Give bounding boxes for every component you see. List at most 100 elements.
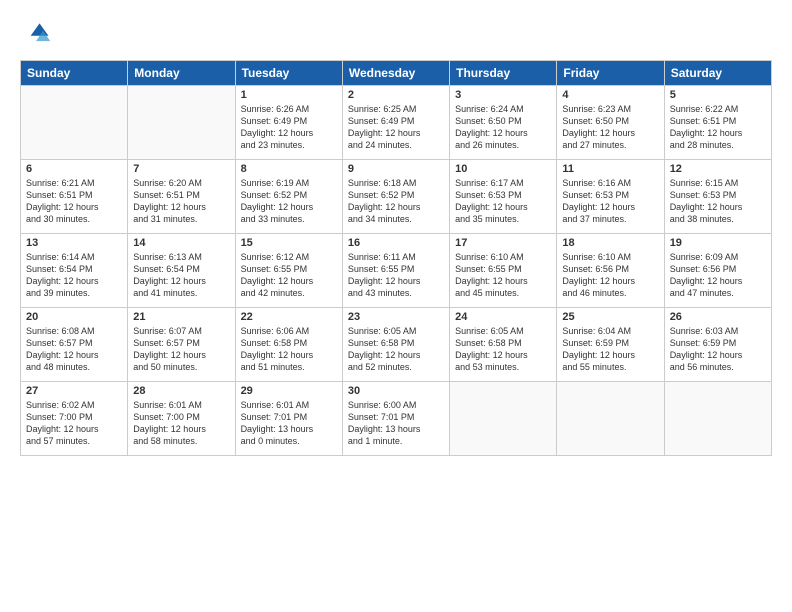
day-number: 6 xyxy=(26,163,122,175)
day-detail: Sunrise: 6:23 AM Sunset: 6:50 PM Dayligh… xyxy=(562,103,658,152)
day-detail: Sunrise: 6:19 AM Sunset: 6:52 PM Dayligh… xyxy=(241,177,337,226)
calendar-cell: 30 Sunrise: 6:00 AM Sunset: 7:01 PM Dayli… xyxy=(342,382,449,456)
calendar-cell: 25 Sunrise: 6:04 AM Sunset: 6:59 PM Dayli… xyxy=(557,308,664,382)
calendar-cell: 16 Sunrise: 6:11 AM Sunset: 6:55 PM Dayli… xyxy=(342,234,449,308)
calendar-cell: 28 Sunrise: 6:01 AM Sunset: 7:00 PM Dayli… xyxy=(128,382,235,456)
day-number: 13 xyxy=(26,237,122,249)
calendar-cell: 2 Sunrise: 6:25 AM Sunset: 6:49 PM Daylig… xyxy=(342,86,449,160)
calendar-cell: 11 Sunrise: 6:16 AM Sunset: 6:53 PM Dayli… xyxy=(557,160,664,234)
calendar-cell: 22Sunrise: 6:06 AM Sunset: 6:58 PM Dayli… xyxy=(235,308,342,382)
day-detail: Sunrise: 6:18 AM Sunset: 6:52 PM Dayligh… xyxy=(348,177,444,226)
day-detail: Sunrise: 6:13 AM Sunset: 6:54 PM Dayligh… xyxy=(133,251,229,300)
day-number: 15 xyxy=(241,237,337,249)
day-number: 5 xyxy=(670,89,766,101)
day-number: 25 xyxy=(562,311,658,323)
day-detail: Sunrise: 6:04 AM Sunset: 6:59 PM Dayligh… xyxy=(562,325,658,374)
weekday-header: Wednesday xyxy=(342,61,449,86)
day-number: 14 xyxy=(133,237,229,249)
day-detail: Sunrise: 6:21 AM Sunset: 6:51 PM Dayligh… xyxy=(26,177,122,226)
day-number: 20 xyxy=(26,311,122,323)
header xyxy=(20,18,772,50)
calendar-cell xyxy=(450,382,557,456)
day-number: 3 xyxy=(455,89,551,101)
calendar-cell: 24 Sunrise: 6:05 AM Sunset: 6:58 PM Dayli… xyxy=(450,308,557,382)
weekday-header: Sunday xyxy=(21,61,128,86)
calendar-cell: 9Sunrise: 6:18 AM Sunset: 6:52 PM Daylig… xyxy=(342,160,449,234)
day-number: 10 xyxy=(455,163,551,175)
day-detail: Sunrise: 6:00 AM Sunset: 7:01 PM Dayligh… xyxy=(348,399,444,448)
calendar-cell: 23Sunrise: 6:05 AM Sunset: 6:58 PM Dayli… xyxy=(342,308,449,382)
calendar-cell xyxy=(21,86,128,160)
day-detail: Sunrise: 6:26 AM Sunset: 6:49 PM Dayligh… xyxy=(241,103,337,152)
calendar-cell: 19 Sunrise: 6:09 AM Sunset: 6:56 PM Dayli… xyxy=(664,234,771,308)
weekday-header: Friday xyxy=(557,61,664,86)
day-detail: Sunrise: 6:17 AM Sunset: 6:53 PM Dayligh… xyxy=(455,177,551,226)
page: SundayMondayTuesdayWednesdayThursdayFrid… xyxy=(0,0,792,612)
calendar-cell: 14 Sunrise: 6:13 AM Sunset: 6:54 PM Dayli… xyxy=(128,234,235,308)
calendar-week-row: 1 Sunrise: 6:26 AM Sunset: 6:49 PM Daylig… xyxy=(21,86,772,160)
day-detail: Sunrise: 6:09 AM Sunset: 6:56 PM Dayligh… xyxy=(670,251,766,300)
weekday-row: SundayMondayTuesdayWednesdayThursdayFrid… xyxy=(21,61,772,86)
day-number: 4 xyxy=(562,89,658,101)
day-number: 8 xyxy=(241,163,337,175)
calendar-cell: 8 Sunrise: 6:19 AM Sunset: 6:52 PM Daylig… xyxy=(235,160,342,234)
day-number: 21 xyxy=(133,311,229,323)
calendar-cell: 7 Sunrise: 6:20 AM Sunset: 6:51 PM Daylig… xyxy=(128,160,235,234)
day-number: 28 xyxy=(133,385,229,397)
calendar-week-row: 13 Sunrise: 6:14 AM Sunset: 6:54 PM Dayli… xyxy=(21,234,772,308)
day-number: 22 xyxy=(241,311,337,323)
calendar-week-row: 20 Sunrise: 6:08 AM Sunset: 6:57 PM Dayli… xyxy=(21,308,772,382)
calendar-cell xyxy=(664,382,771,456)
day-detail: Sunrise: 6:12 AM Sunset: 6:55 PM Dayligh… xyxy=(241,251,337,300)
calendar-cell: 15 Sunrise: 6:12 AM Sunset: 6:55 PM Dayli… xyxy=(235,234,342,308)
day-detail: Sunrise: 6:01 AM Sunset: 7:00 PM Dayligh… xyxy=(133,399,229,448)
day-number: 26 xyxy=(670,311,766,323)
day-number: 18 xyxy=(562,237,658,249)
calendar-cell: 21 Sunrise: 6:07 AM Sunset: 6:57 PM Dayli… xyxy=(128,308,235,382)
day-number: 24 xyxy=(455,311,551,323)
calendar-cell: 29Sunrise: 6:01 AM Sunset: 7:01 PM Dayli… xyxy=(235,382,342,456)
calendar-cell: 18Sunrise: 6:10 AM Sunset: 6:56 PM Dayli… xyxy=(557,234,664,308)
calendar-cell: 3Sunrise: 6:24 AM Sunset: 6:50 PM Daylig… xyxy=(450,86,557,160)
day-number: 16 xyxy=(348,237,444,249)
calendar-header: SundayMondayTuesdayWednesdayThursdayFrid… xyxy=(21,61,772,86)
day-number: 17 xyxy=(455,237,551,249)
day-detail: Sunrise: 6:16 AM Sunset: 6:53 PM Dayligh… xyxy=(562,177,658,226)
calendar-cell: 10 Sunrise: 6:17 AM Sunset: 6:53 PM Dayli… xyxy=(450,160,557,234)
weekday-header: Thursday xyxy=(450,61,557,86)
day-detail: Sunrise: 6:08 AM Sunset: 6:57 PM Dayligh… xyxy=(26,325,122,374)
day-detail: Sunrise: 6:20 AM Sunset: 6:51 PM Dayligh… xyxy=(133,177,229,226)
calendar-cell: 13 Sunrise: 6:14 AM Sunset: 6:54 PM Dayli… xyxy=(21,234,128,308)
day-detail: Sunrise: 6:07 AM Sunset: 6:57 PM Dayligh… xyxy=(133,325,229,374)
day-detail: Sunrise: 6:05 AM Sunset: 6:58 PM Dayligh… xyxy=(455,325,551,374)
weekday-header: Monday xyxy=(128,61,235,86)
day-detail: Sunrise: 6:25 AM Sunset: 6:49 PM Dayligh… xyxy=(348,103,444,152)
day-number: 29 xyxy=(241,385,337,397)
calendar-week-row: 6 Sunrise: 6:21 AM Sunset: 6:51 PM Daylig… xyxy=(21,160,772,234)
calendar-week-row: 27 Sunrise: 6:02 AM Sunset: 7:00 PM Dayli… xyxy=(21,382,772,456)
day-number: 23 xyxy=(348,311,444,323)
day-detail: Sunrise: 6:11 AM Sunset: 6:55 PM Dayligh… xyxy=(348,251,444,300)
calendar: SundayMondayTuesdayWednesdayThursdayFrid… xyxy=(20,60,772,456)
calendar-cell: 20 Sunrise: 6:08 AM Sunset: 6:57 PM Dayli… xyxy=(21,308,128,382)
calendar-cell xyxy=(557,382,664,456)
day-number: 30 xyxy=(348,385,444,397)
day-number: 27 xyxy=(26,385,122,397)
day-detail: Sunrise: 6:22 AM Sunset: 6:51 PM Dayligh… xyxy=(670,103,766,152)
calendar-cell: 1 Sunrise: 6:26 AM Sunset: 6:49 PM Daylig… xyxy=(235,86,342,160)
day-detail: Sunrise: 6:10 AM Sunset: 6:55 PM Dayligh… xyxy=(455,251,551,300)
weekday-header: Tuesday xyxy=(235,61,342,86)
day-detail: Sunrise: 6:02 AM Sunset: 7:00 PM Dayligh… xyxy=(26,399,122,448)
day-number: 7 xyxy=(133,163,229,175)
day-detail: Sunrise: 6:14 AM Sunset: 6:54 PM Dayligh… xyxy=(26,251,122,300)
day-number: 2 xyxy=(348,89,444,101)
day-number: 19 xyxy=(670,237,766,249)
logo xyxy=(20,18,56,50)
day-number: 11 xyxy=(562,163,658,175)
logo-icon xyxy=(20,18,52,50)
calendar-cell: 12Sunrise: 6:15 AM Sunset: 6:53 PM Dayli… xyxy=(664,160,771,234)
day-number: 1 xyxy=(241,89,337,101)
calendar-cell: 5 Sunrise: 6:22 AM Sunset: 6:51 PM Daylig… xyxy=(664,86,771,160)
calendar-cell: 26Sunrise: 6:03 AM Sunset: 6:59 PM Dayli… xyxy=(664,308,771,382)
day-number: 12 xyxy=(670,163,766,175)
